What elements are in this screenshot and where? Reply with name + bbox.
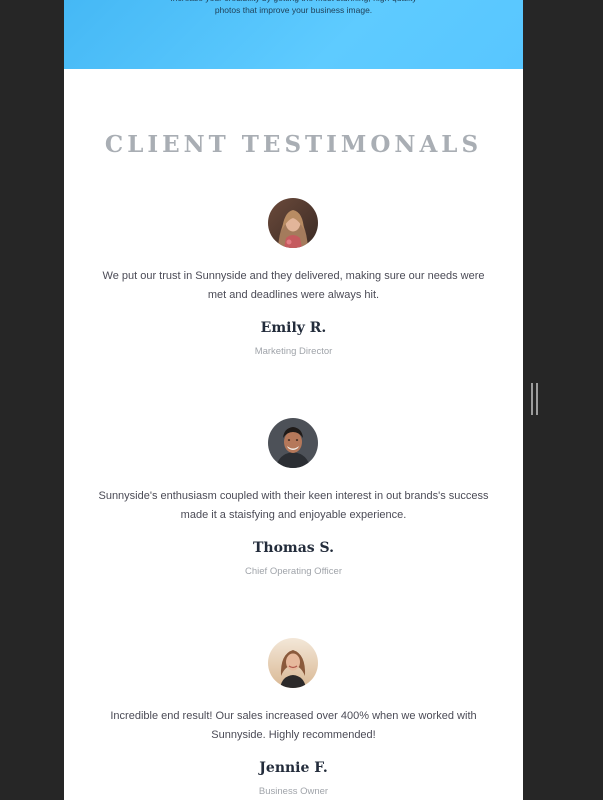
testimonial-role: Business Owner <box>258 786 329 797</box>
testimonial-name: Jennie F. <box>259 760 328 776</box>
avatar <box>268 638 318 688</box>
avatar-photo-thomas <box>268 418 318 468</box>
testimonial-quote: Incredible end result! Our sales increas… <box>110 710 477 741</box>
testimonial-quote: We put our trust in Sunnyside and they d… <box>102 270 485 301</box>
page-content: Increase your credibility by getting the… <box>64 0 523 800</box>
testimonial-role: Chief Operating Officer <box>245 566 342 577</box>
testimonials-heading: CLIENT TESTIMONALS <box>104 131 483 158</box>
hero-description: Increase your credibility by getting the… <box>170 0 416 15</box>
avatar <box>268 198 318 248</box>
avatar <box>268 418 318 468</box>
resize-handle-bar <box>536 383 538 415</box>
testimonial-quote: Sunnyside's enthusiasm coupled with thei… <box>98 490 489 521</box>
resize-handle[interactable] <box>531 383 539 415</box>
hero-banner: Increase your credibility by getting the… <box>64 0 523 69</box>
avatar-photo-jennie <box>268 638 318 688</box>
testimonial-name: Thomas S. <box>252 540 335 556</box>
testimonial-name: Emily R. <box>260 320 327 336</box>
resize-handle-bar <box>531 383 533 415</box>
avatar-photo-emily <box>268 198 318 248</box>
testimonial-role: Marketing Director <box>254 346 333 357</box>
